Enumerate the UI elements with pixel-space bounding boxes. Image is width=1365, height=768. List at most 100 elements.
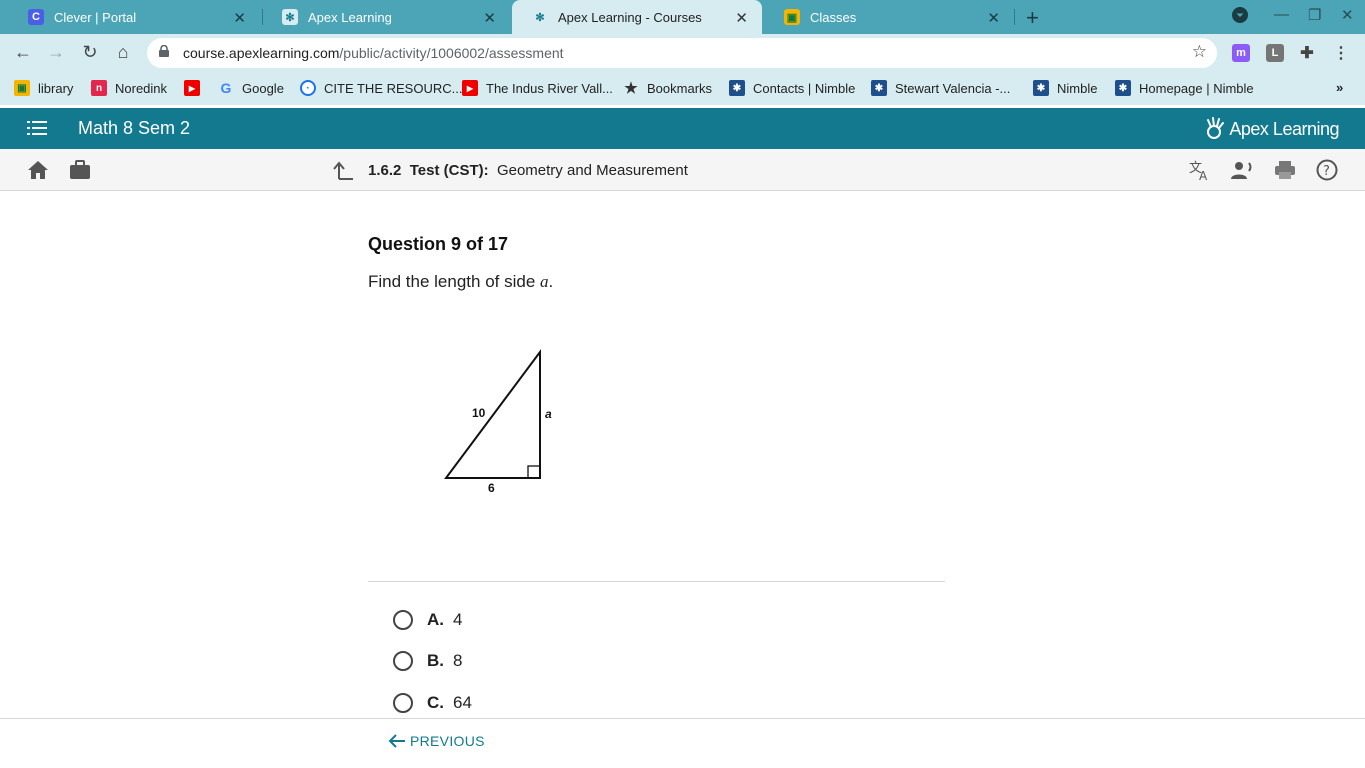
google-classroom-icon: ▣ [784, 9, 800, 25]
browser-tab-clever[interactable]: C Clever | Portal ✕ [8, 0, 260, 34]
triangle-outline [444, 348, 541, 479]
apex-learning-logo: Apex Learning [1203, 116, 1339, 142]
question-footer: PREVIOUS [0, 718, 1365, 768]
close-tab-icon[interactable]: ✕ [483, 9, 496, 27]
answer-choice-a[interactable]: A. 4 [393, 610, 462, 630]
prompt-variable: a [540, 272, 549, 291]
bookmark-label: Bookmarks [647, 80, 713, 96]
divider [368, 581, 945, 582]
new-tab-button[interactable]: + [1026, 5, 1039, 31]
reload-icon[interactable]: ↻ [79, 42, 101, 63]
tab-title: Apex Learning [308, 9, 392, 25]
answer-choice-c[interactable]: C. 64 [393, 693, 472, 713]
answer-choice-b[interactable]: B. 8 [393, 651, 462, 671]
bookmark-item[interactable]: G Google [218, 80, 284, 96]
home-icon[interactable]: ⌂ [112, 42, 134, 63]
close-tab-icon[interactable]: ✕ [735, 9, 748, 27]
close-tab-icon[interactable]: ✕ [987, 9, 1000, 27]
choice-value: 4 [453, 610, 463, 629]
home-icon[interactable] [26, 159, 50, 181]
choice-value: 8 [453, 651, 463, 670]
bookmark-item[interactable]: ▶ The Indus River Vall... [462, 80, 613, 96]
apex-hand-icon [1207, 117, 1225, 139]
app-header: Math 8 Sem 2 Apex Learning [0, 108, 1365, 149]
right-angle-marker [527, 465, 541, 479]
radio-button[interactable] [393, 651, 413, 671]
cite-icon: · [300, 80, 316, 96]
text-to-speech-icon[interactable] [1230, 159, 1254, 181]
extension-icon[interactable]: m [1232, 44, 1250, 62]
bookmark-item[interactable]: ▣ library [14, 80, 73, 96]
base-label: 6 [488, 481, 495, 495]
bookmark-label: library [38, 80, 74, 96]
bookmark-star-icon[interactable]: ☆ [1192, 42, 1207, 62]
radio-button[interactable] [393, 693, 413, 713]
restore-icon[interactable]: ❐ [1308, 6, 1321, 24]
bookmark-item[interactable]: ✱ Homepage | Nimble [1115, 80, 1254, 96]
choice-value: 64 [453, 693, 472, 712]
back-icon[interactable]: ← [12, 42, 34, 63]
clever-icon: C [28, 9, 44, 25]
minimize-icon[interactable]: — [1274, 6, 1289, 23]
bookmark-item[interactable]: n Noredink [91, 80, 167, 96]
brand-name: Apex Learning [1229, 118, 1339, 139]
menu-icon[interactable] [27, 120, 47, 136]
lock-icon [159, 45, 169, 57]
kebab-menu-icon[interactable]: ⋮ [1332, 44, 1350, 62]
google-icon: G [220, 80, 232, 96]
tab-title: Clever | Portal [54, 9, 137, 25]
browser-tab-apex[interactable]: ✻ Apex Learning ✕ [262, 0, 510, 34]
print-icon[interactable] [1273, 159, 1297, 181]
bookmark-label: Homepage | Nimble [1139, 80, 1254, 96]
browser-tab-apex-courses[interactable]: ✻ Apex Learning - Courses ✕ [512, 0, 762, 34]
browser-toolbar: ← → ↻ ⌂ course.apexlearning.com/public/a… [0, 34, 1365, 72]
activity-name: Geometry and Measurement [496, 162, 688, 179]
url-path: /public/activity/1006002/assessment [339, 45, 564, 61]
translate-icon[interactable]: 文A [1188, 159, 1212, 181]
puzzle-icon[interactable]: ✚ [1298, 44, 1316, 62]
course-title: Math 8 Sem 2 [78, 118, 191, 138]
apex-learning-icon: ✻ [282, 9, 298, 25]
nimble-icon: ✱ [1033, 80, 1049, 96]
close-tab-icon[interactable]: ✕ [233, 9, 246, 27]
previous-button[interactable]: PREVIOUS [388, 733, 485, 749]
choice-letter: A. [427, 610, 444, 629]
tab-title: Apex Learning - Courses [558, 9, 702, 25]
browser-tab-classes[interactable]: ▣ Classes ✕ [764, 0, 1014, 34]
choice-letter: C. [427, 693, 444, 712]
hypotenuse-label: 10 [472, 406, 486, 420]
section-number: 1.6.2 [368, 162, 402, 179]
briefcase-icon[interactable] [68, 159, 92, 181]
arrow-left-icon [388, 734, 405, 748]
bookmark-item[interactable]: ✱ Nimble [1033, 80, 1097, 96]
bookmark-item[interactable]: ★ Bookmarks [623, 80, 713, 97]
bookmark-label: Stewart Valencia -... [895, 80, 1011, 96]
bookmark-label: Contacts | Nimble [753, 80, 856, 96]
nimble-icon: ✱ [871, 80, 887, 96]
star-icon: ★ [624, 80, 638, 97]
bookmark-label: CITE THE RESOURC... [324, 80, 463, 96]
bookmarks-overflow-button[interactable]: » [1336, 80, 1343, 95]
activity-type: Test (CST): [409, 162, 489, 179]
radio-button[interactable] [393, 610, 413, 630]
bookmark-item[interactable]: ✱ Contacts | Nimble [729, 80, 855, 96]
browser-tab-strip: C Clever | Portal ✕ ✻ Apex Learning ✕ ✻ … [0, 0, 1365, 34]
svg-text:A: A [1199, 169, 1208, 181]
question-prompt: Find the length of side a. [368, 272, 553, 292]
bookmark-item[interactable]: ✱ Stewart Valencia -... [871, 80, 1010, 96]
close-window-icon[interactable]: ✕ [1341, 6, 1354, 24]
choice-letter: B. [427, 651, 444, 670]
bookmark-label: Google [242, 80, 284, 96]
youtube-icon: ▶ [462, 80, 478, 96]
tab-search-icon[interactable] [1232, 7, 1248, 27]
bookmark-item[interactable]: ▶ [184, 80, 208, 96]
previous-label: PREVIOUS [410, 733, 485, 749]
help-icon[interactable]: ? [1315, 159, 1339, 181]
profile-icon[interactable]: L [1266, 44, 1284, 62]
forward-icon[interactable]: → [45, 42, 67, 63]
nimble-icon: ✱ [729, 80, 745, 96]
bookmark-item[interactable]: · CITE THE RESOURC... [300, 80, 462, 96]
question-number: Question 9 of 17 [368, 234, 509, 254]
up-level-icon[interactable] [331, 159, 355, 181]
address-bar[interactable]: course.apexlearning.com/public/activity/… [147, 38, 1217, 68]
